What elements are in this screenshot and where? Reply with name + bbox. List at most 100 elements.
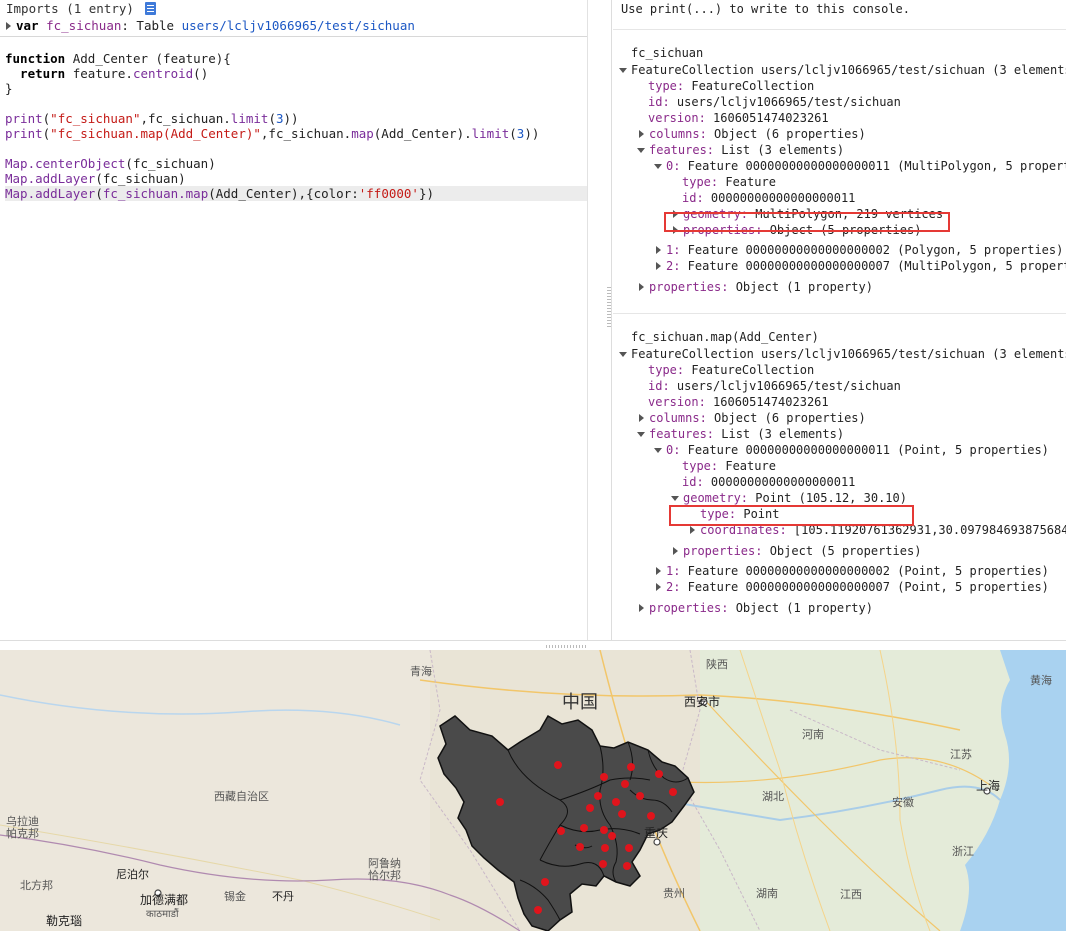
tree-leaf: id: users/lcljv1066965/test/sichuan	[648, 95, 901, 109]
map-label: 尼泊尔	[116, 868, 149, 881]
tree-node-featurecollection[interactable]: FeatureCollection users/lcljv1066965/tes…	[613, 62, 1066, 78]
tree-leaf: type: FeatureCollection	[648, 79, 815, 93]
map-label-city: 重庆	[644, 826, 669, 840]
tree-node-columns[interactable]: columns: Object (6 properties)	[613, 126, 1066, 142]
tree-node-feature-2[interactable]: 2: Feature 00000000000000000007 (Point, …	[613, 579, 1066, 595]
tree-leaf: id: 00000000000000000011	[682, 475, 856, 489]
print-label: fc_sichuan	[631, 46, 704, 60]
tree-leaf: type: FeatureCollection	[648, 363, 815, 377]
code-line: return feature.centroid()	[5, 66, 209, 81]
map-label: 湖北	[762, 790, 784, 803]
map-view[interactable]: 青海 陕西 黄海 中国 西安市 河南 江苏 西藏自治区 湖北 安徽 上海 重庆 …	[0, 650, 1066, 931]
tree-node-columns[interactable]: columns: Object (6 properties)	[613, 410, 1066, 426]
console-panel[interactable]: Use print(...) to write to this console.…	[613, 0, 1066, 640]
tree-node-feature-0[interactable]: 0: Feature 00000000000000000011 (Point, …	[613, 442, 1066, 458]
expand-arrow-icon[interactable]	[656, 262, 661, 270]
map-label: 西藏自治区	[214, 790, 269, 803]
map-basemap	[0, 650, 1066, 931]
map-label: 浙江	[952, 845, 974, 858]
collapse-arrow-icon[interactable]	[637, 148, 645, 153]
tree-node-features[interactable]: features: List (3 elements)	[613, 426, 1066, 442]
map-label: काठमाडौं	[146, 909, 179, 920]
map-label-country: 中国	[562, 692, 598, 713]
tree-node-properties[interactable]: properties: Object (5 properties)	[613, 222, 1066, 238]
horizontal-splitter[interactable]	[0, 640, 1066, 650]
map-label: 青海	[410, 665, 432, 678]
expand-arrow-icon[interactable]	[639, 604, 644, 612]
code-lines[interactable]: function Add_Center (feature){ return fe…	[0, 37, 587, 201]
import-asset-path[interactable]: users/lcljv1066965/test/sichuan	[182, 18, 415, 33]
tree-leaf: type: Feature	[682, 459, 776, 473]
expand-arrow-icon[interactable]	[673, 547, 678, 555]
map-label: 帕克邦	[6, 827, 39, 840]
collapse-arrow-icon[interactable]	[619, 352, 627, 357]
var-keyword: var	[16, 18, 39, 33]
code-editor[interactable]: Imports (1 entry) var fc_sichuan: Table …	[0, 0, 588, 640]
expand-arrow-icon[interactable]	[656, 567, 661, 575]
code-line: print("fc_sichuan",fc_sichuan.limit(3))	[5, 111, 299, 126]
map-label: 不丹	[272, 890, 294, 903]
collapse-arrow-icon[interactable]	[637, 432, 645, 437]
tree-leaf: id: 00000000000000000011	[682, 191, 856, 205]
map-label: 河南	[802, 728, 824, 741]
code-line: }	[5, 81, 13, 96]
tree-node-collection-properties[interactable]: properties: Object (1 property)	[613, 600, 1066, 616]
map-label: 黄海	[1030, 674, 1052, 687]
map-label-city: 西安市	[684, 695, 721, 709]
map-label: 江西	[840, 888, 862, 901]
map-label: 陕西	[706, 658, 728, 671]
expand-arrow-icon[interactable]	[6, 22, 11, 30]
import-var-type: : Table	[121, 18, 175, 33]
tree-node-coordinates[interactable]: coordinates: [105.11920761362931,30.0979…	[613, 522, 1066, 538]
print-block-fc-sichuan: fc_sichuan FeatureCollection users/lcljv…	[613, 30, 1066, 295]
expand-arrow-icon[interactable]	[690, 526, 695, 534]
tree-node-feature-1[interactable]: 1: Feature 00000000000000000002 (Polygon…	[613, 242, 1066, 258]
expand-arrow-icon[interactable]	[673, 226, 678, 234]
code-line-active: Map.addLayer(fc_sichuan.map(Add_Center),…	[5, 186, 587, 201]
map-label: 安徽	[892, 796, 914, 809]
code-line: Map.centerObject(fc_sichuan)	[5, 156, 216, 171]
tree-leaf: type: Feature	[682, 175, 776, 189]
tree-node-featurecollection[interactable]: FeatureCollection users/lcljv1066965/tes…	[613, 346, 1066, 362]
tree-node-geometry[interactable]: geometry: MultiPolygon, 219 vertices	[613, 206, 1066, 222]
tree-node-properties[interactable]: properties: Object (5 properties)	[613, 543, 1066, 559]
collapse-arrow-icon[interactable]	[654, 448, 662, 453]
tree-leaf: type: Point	[700, 507, 780, 521]
collapse-arrow-icon[interactable]	[654, 164, 662, 169]
document-icon[interactable]	[145, 2, 157, 15]
collapse-arrow-icon[interactable]	[619, 68, 627, 73]
tree-node-feature-0[interactable]: 0: Feature 00000000000000000011 (MultiPo…	[613, 158, 1066, 174]
splitter-grip-icon[interactable]	[546, 645, 588, 648]
tree-node-features[interactable]: features: List (3 elements)	[613, 142, 1066, 158]
tree-node-geometry[interactable]: geometry: Point (105.12, 30.10)	[613, 490, 1066, 506]
print-block-fc-sichuan-map: fc_sichuan.map(Add_Center) FeatureCollec…	[613, 314, 1066, 616]
map-label: 贵州	[663, 887, 685, 900]
tree-node-feature-1[interactable]: 1: Feature 00000000000000000002 (Point, …	[613, 563, 1066, 579]
code-line: print("fc_sichuan.map(Add_Center)",fc_si…	[5, 126, 540, 141]
tree-leaf: version: 1606051474023261	[648, 111, 829, 125]
map-label: 锡金	[224, 890, 246, 903]
imports-label: Imports (1 entry)	[6, 1, 134, 16]
code-line: function Add_Center (feature){	[5, 51, 231, 66]
console-hint: Use print(...) to write to this console.	[613, 0, 1066, 30]
vertical-splitter[interactable]	[588, 0, 612, 640]
expand-arrow-icon[interactable]	[656, 246, 661, 254]
map-label: 江苏	[950, 748, 972, 761]
map-label: 北方邦	[20, 879, 53, 892]
map-label-city: 上海	[976, 779, 1001, 793]
collapse-arrow-icon[interactable]	[671, 496, 679, 501]
expand-arrow-icon[interactable]	[639, 414, 644, 422]
tree-leaf: version: 1606051474023261	[648, 395, 829, 409]
map-label: 恰尔邦	[368, 869, 401, 882]
expand-arrow-icon[interactable]	[639, 130, 644, 138]
tree-node-feature-2[interactable]: 2: Feature 00000000000000000007 (MultiPo…	[613, 258, 1066, 274]
tree-node-collection-properties[interactable]: properties: Object (1 property)	[613, 279, 1066, 295]
import-var-row[interactable]: var fc_sichuan: Table users/lcljv1066965…	[0, 17, 587, 34]
expand-arrow-icon[interactable]	[656, 583, 661, 591]
imports-header[interactable]: Imports (1 entry)	[0, 0, 587, 17]
expand-arrow-icon[interactable]	[639, 283, 644, 291]
expand-arrow-icon[interactable]	[673, 210, 678, 218]
console-hint-text: Use print(...) to write to this console.	[621, 2, 910, 16]
